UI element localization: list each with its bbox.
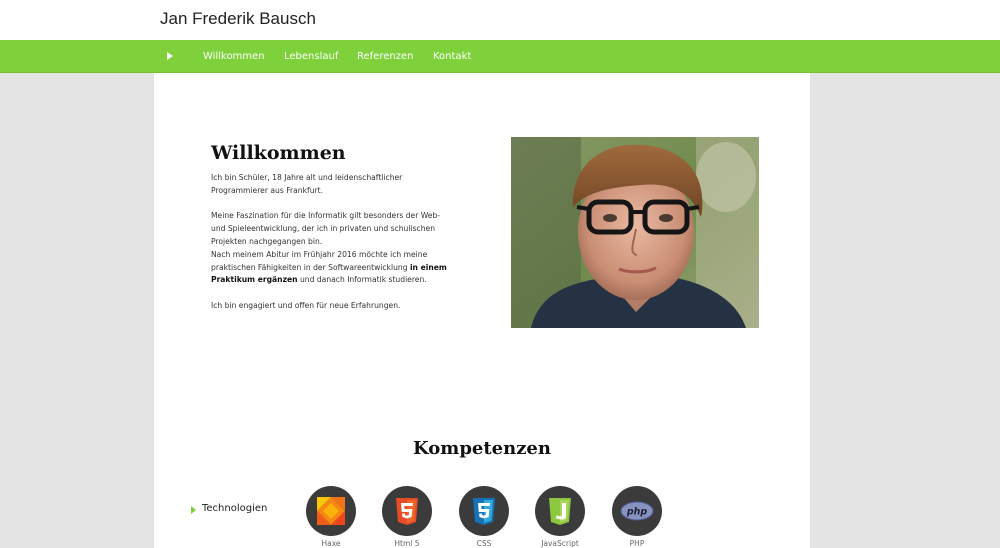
- nav-item-referenzen[interactable]: Referenzen: [357, 51, 413, 62]
- profile-photo: [511, 137, 759, 328]
- haxe-icon: [306, 486, 356, 536]
- skill-name: CSS: [476, 539, 492, 548]
- welcome-text-highlight: Praktikum ergänzen: [211, 275, 298, 285]
- skill-category-label: Technologien: [202, 503, 268, 514]
- welcome-text-line: Praktikum ergänzen und danach Informatik…: [211, 274, 461, 287]
- site-header: Jan Frederik Bausch: [0, 0, 1000, 40]
- svg-text:php: php: [626, 507, 648, 518]
- welcome-text-line: Nach meinem Abitur im Frühjahr 2016 möch…: [211, 249, 428, 259]
- skill-name: JavaScript: [541, 539, 579, 548]
- welcome-text-segment: praktischen Fähigkeiten in der Softwaree…: [211, 262, 410, 272]
- welcome-text-line: Ich bin Schüler, 18 Jahre alt und leiden…: [211, 173, 403, 182]
- skill-css[interactable]: CSS: [454, 486, 514, 548]
- welcome-text-segment: und danach Informatik studieren.: [297, 275, 427, 285]
- html5-icon: [382, 486, 432, 536]
- play-icon[interactable]: [167, 52, 173, 60]
- skill-javascript[interactable]: JavaScript: [530, 486, 590, 548]
- nav-item-kontakt[interactable]: Kontakt: [433, 51, 471, 62]
- skill-name: Haxe: [321, 539, 341, 548]
- site-title[interactable]: Jan Frederik Bausch: [160, 9, 316, 29]
- php-icon: php: [612, 486, 662, 536]
- welcome-text-line: praktischen Fähigkeiten in der Softwaree…: [211, 262, 461, 275]
- welcome-heading: Willkommen: [211, 142, 346, 164]
- skill-haxe[interactable]: Haxe: [301, 486, 361, 548]
- main-content: Willkommen Ich bin Schüler, 18 Jahre alt…: [154, 73, 810, 548]
- main-navigation: Willkommen Lebenslauf Referenzen Kontakt: [0, 40, 1000, 73]
- welcome-text-line: Meine Faszination für die Informatik gil…: [211, 211, 441, 221]
- skill-name: Html 5: [394, 539, 420, 548]
- welcome-text: Ich bin Schüler, 18 Jahre alt und leiden…: [211, 172, 461, 313]
- welcome-text-line: und Spieleentwicklung, der ich in privat…: [211, 224, 436, 234]
- nav-item-willkommen[interactable]: Willkommen: [203, 51, 265, 62]
- skill-php[interactable]: php PHP: [607, 486, 667, 548]
- skill-html5[interactable]: Html 5: [377, 486, 437, 548]
- skills-heading: Kompetenzen: [413, 438, 551, 459]
- css3-icon: [459, 486, 509, 536]
- nav-item-lebenslauf[interactable]: Lebenslauf: [284, 51, 338, 62]
- welcome-text-highlight: in einem: [409, 262, 447, 272]
- welcome-text-line: Projekten nachgegangen bin.: [211, 236, 323, 246]
- arrow-right-icon: [191, 506, 196, 514]
- skill-name: PHP: [629, 539, 645, 548]
- javascript-icon: [535, 486, 585, 536]
- welcome-text-line: Ich bin engagiert und offen für neue Erf…: [211, 300, 401, 310]
- welcome-text-line: Programmierer aus Frankfurt.: [211, 185, 324, 195]
